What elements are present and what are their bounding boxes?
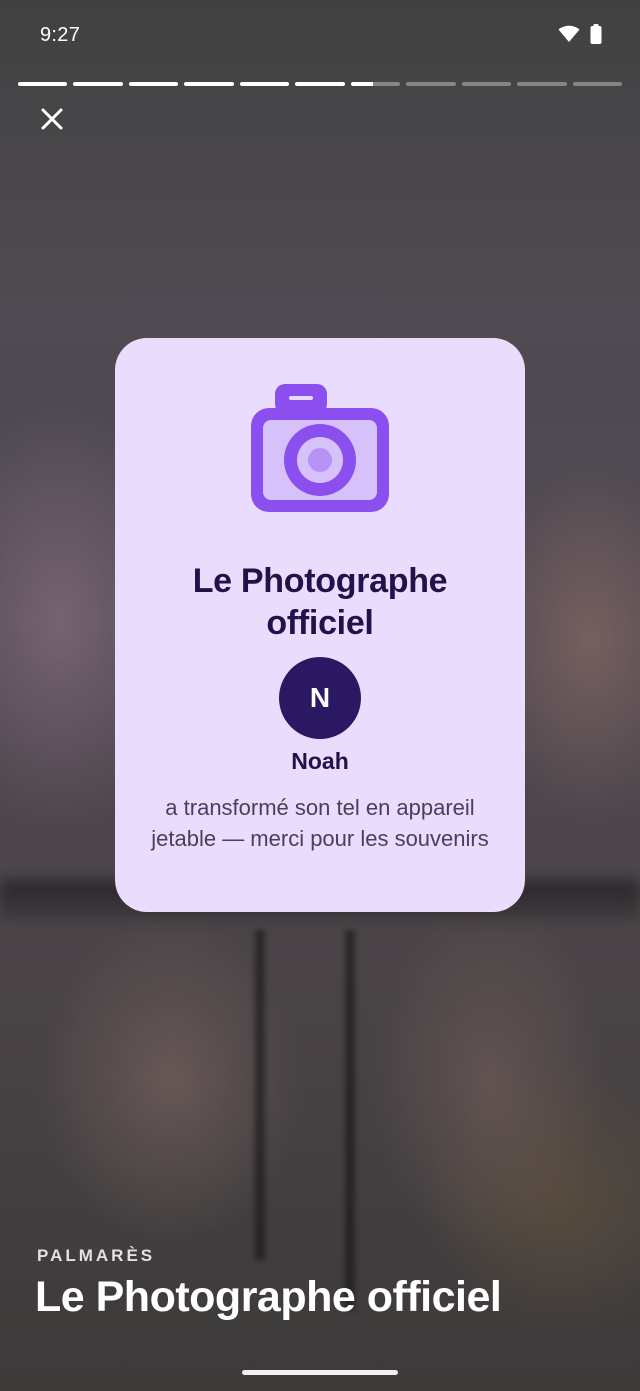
progress-segment — [184, 82, 234, 86]
award-caption: a transformé son tel en appareil jetable… — [151, 795, 489, 851]
background-table-leg — [255, 930, 265, 1260]
avatar: N — [279, 657, 361, 739]
progress-segment — [350, 82, 401, 86]
award-title: Le Photographe officiel — [192, 562, 448, 642]
battery-icon — [590, 24, 602, 49]
progress-segment — [572, 82, 622, 86]
progress-segment — [461, 82, 512, 86]
progress-segment — [128, 82, 179, 86]
progress-segment — [239, 82, 290, 86]
award-card: Le Photographe officiel N Noah a transfo… — [115, 338, 525, 912]
page-title: Le Photographe officiel — [35, 1273, 502, 1321]
progress-segment — [18, 82, 68, 86]
story-progress-bar — [18, 82, 622, 86]
close-button[interactable] — [34, 103, 70, 139]
section-label: PALMARÈS — [37, 1246, 156, 1265]
progress-segment — [295, 82, 345, 86]
winner-name: Noah — [291, 748, 349, 774]
progress-segment — [73, 82, 123, 86]
wifi-icon — [558, 25, 580, 48]
status-icons — [558, 24, 602, 49]
camera-icon — [249, 382, 391, 519]
avatar-initial: N — [309, 682, 331, 713]
progress-segment-fill — [295, 82, 345, 86]
progress-segment-fill — [128, 82, 179, 86]
status-time: 9:27 — [40, 24, 81, 46]
progress-segment-fill — [350, 82, 373, 86]
close-icon — [41, 108, 63, 135]
background-table-leg — [345, 930, 355, 1310]
progress-segment-fill — [239, 82, 290, 86]
progress-segment — [517, 82, 567, 86]
progress-segment — [406, 82, 456, 86]
progress-segment-fill — [184, 82, 234, 86]
home-indicator[interactable] — [242, 1370, 398, 1375]
progress-segment-fill — [18, 82, 68, 86]
progress-segment-fill — [73, 82, 123, 86]
status-bar: 9:27 — [0, 0, 640, 70]
